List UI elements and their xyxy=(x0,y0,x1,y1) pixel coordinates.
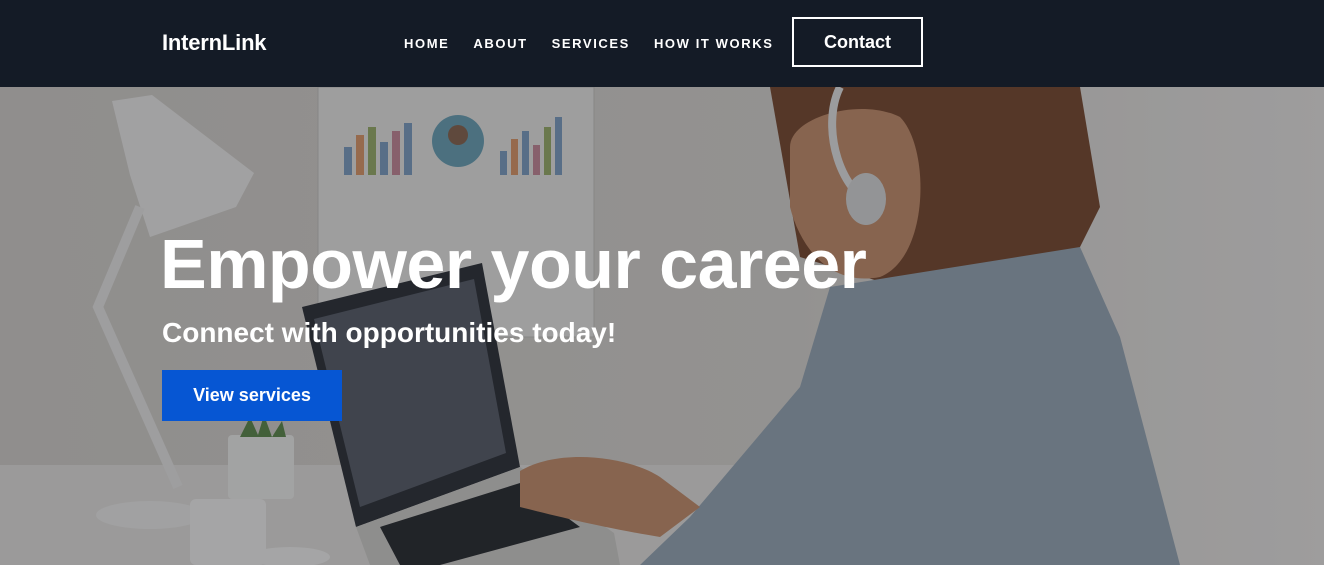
nav-link-home[interactable]: HOME xyxy=(404,36,449,51)
hero-section: Empower your career Connect with opportu… xyxy=(0,87,1324,565)
nav-links: HOME ABOUT SERVICES HOW IT WORKS xyxy=(404,36,798,51)
contact-button[interactable]: Contact xyxy=(792,17,923,67)
brand-logo[interactable]: InternLink xyxy=(162,30,267,56)
navbar: InternLink HOME ABOUT SERVICES HOW IT WO… xyxy=(0,0,1324,87)
hero-subtitle: Connect with opportunities today! xyxy=(162,317,617,348)
view-services-button[interactable]: View services xyxy=(162,370,342,421)
nav-link-how-it-works[interactable]: HOW IT WORKS xyxy=(654,36,774,51)
hero-title: Empower your career xyxy=(160,225,867,303)
nav-link-services[interactable]: SERVICES xyxy=(552,36,630,51)
nav-link-about[interactable]: ABOUT xyxy=(473,36,527,51)
